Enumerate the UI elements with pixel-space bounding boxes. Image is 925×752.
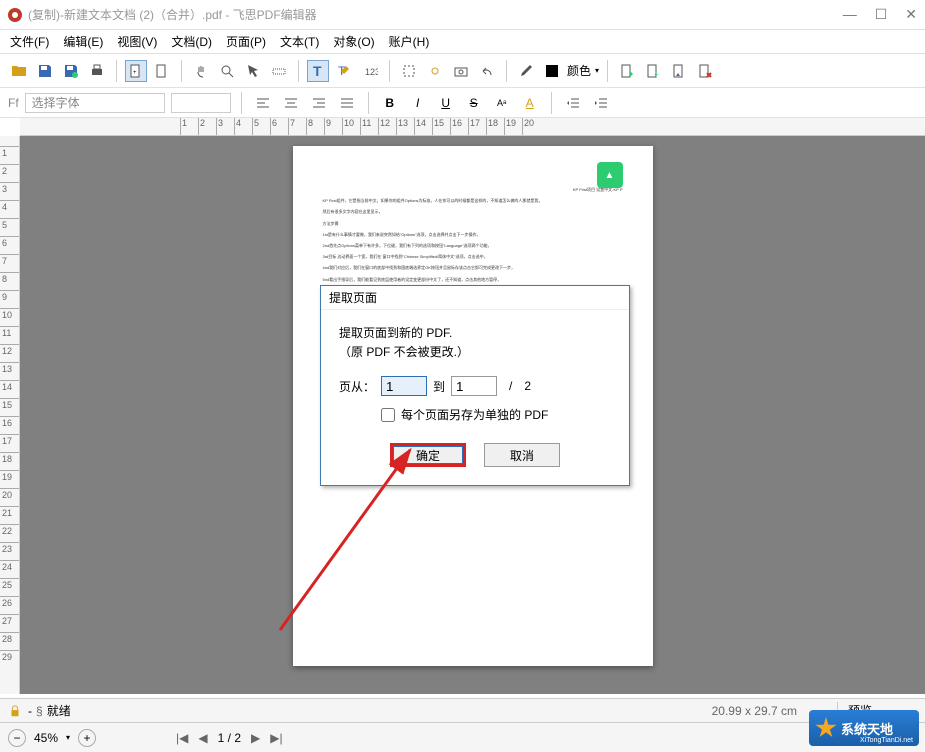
svg-text:+: + xyxy=(654,70,659,79)
brand-logo: 系统天地 XiTongTianDi.net xyxy=(809,710,919,746)
color-dropdown-icon[interactable]: ▾ xyxy=(595,66,599,75)
edit-tool-button[interactable] xyxy=(268,60,290,82)
text-tool-button[interactable]: T xyxy=(307,60,329,82)
menubar: 文件(F) 编辑(E) 视图(V) 文档(D) 页面(P) 文本(T) 对象(O… xyxy=(0,30,925,54)
from-label: 页从： xyxy=(339,378,375,395)
cancel-button[interactable]: 取消 xyxy=(484,443,560,467)
open-button[interactable] xyxy=(8,60,30,82)
zoom-out-button[interactable]: − xyxy=(8,729,26,747)
dialog-description: 提取页面到新的 PDF. （原 PDF 不会被更改.） xyxy=(339,324,611,362)
ok-button[interactable]: 确定 xyxy=(393,446,463,464)
page-total: 2 xyxy=(524,379,531,393)
text-edit-button[interactable]: T xyxy=(333,60,355,82)
maximize-button[interactable]: ☐ xyxy=(875,6,888,23)
separate-pdf-checkbox[interactable] xyxy=(381,408,395,422)
page-sep: / xyxy=(509,379,512,393)
toolbar-text: Ff 选择字体 B I U S Aa A xyxy=(0,88,925,118)
titlebar: (复制)-新建文本文档 (2)（合并）.pdf - 飞思PDF编辑器 — ☐ ✕ xyxy=(0,0,925,30)
menu-page[interactable]: 页面(P) xyxy=(226,33,266,50)
italic-button[interactable]: I xyxy=(407,92,429,114)
status-text: 就绪 xyxy=(47,702,712,719)
zoom-in-button[interactable]: + xyxy=(78,729,96,747)
dialog-title: 提取页面 xyxy=(321,286,629,310)
last-page-button[interactable]: ▶| xyxy=(270,731,282,745)
checkbox-label: 每个页面另存为单独的 PDF xyxy=(401,406,548,423)
bottombar: − 45% ▾ + |◀ ◀ 1 / 2 ▶ ▶| xyxy=(0,722,925,752)
align-right-button[interactable] xyxy=(308,92,330,114)
toolbar-main: + T T 123 颜色 ▾ + xyxy=(0,54,925,88)
align-left-button[interactable] xyxy=(252,92,274,114)
page-content: KP First项目 设置中文-KP P KP First组件，它是指当前中文，… xyxy=(323,186,623,283)
export-button[interactable] xyxy=(616,60,638,82)
prev-page-button[interactable]: ◀ xyxy=(198,731,207,745)
next-page-button[interactable]: ▶ xyxy=(251,731,260,745)
font-select[interactable]: 选择字体 xyxy=(25,93,165,113)
menu-view[interactable]: 视图(V) xyxy=(117,33,157,50)
page-dimensions: 20.99 x 29.7 cm xyxy=(712,704,797,718)
align-justify-button[interactable] xyxy=(336,92,358,114)
zoom-tool-button[interactable] xyxy=(216,60,238,82)
close-button[interactable]: ✕ xyxy=(905,6,917,23)
page-button[interactable] xyxy=(151,60,173,82)
zoom-percent: 45% xyxy=(34,731,58,745)
text-num-button[interactable]: 123 xyxy=(359,60,381,82)
outdent-button[interactable] xyxy=(562,92,584,114)
superscript-button[interactable]: Aa xyxy=(491,92,513,114)
menu-edit[interactable]: 编辑(E) xyxy=(63,33,103,50)
first-page-button[interactable]: |◀ xyxy=(176,731,188,745)
svg-text:123: 123 xyxy=(365,67,378,77)
font-color-button[interactable]: A xyxy=(519,92,541,114)
hand-tool-button[interactable] xyxy=(190,60,212,82)
bold-button[interactable]: B xyxy=(379,92,401,114)
indent-button[interactable] xyxy=(590,92,612,114)
menu-doc[interactable]: 文档(D) xyxy=(171,33,212,50)
saveas-button[interactable] xyxy=(60,60,82,82)
font-size-select[interactable] xyxy=(171,93,231,113)
undo-button[interactable] xyxy=(476,60,498,82)
zoom-dropdown-icon[interactable]: ▾ xyxy=(66,733,70,742)
ok-button-highlight: 确定 xyxy=(390,443,466,467)
ruler-horizontal: 1234567891011121314151617181920 xyxy=(20,118,925,136)
crop-button[interactable] xyxy=(398,60,420,82)
select-tool-button[interactable] xyxy=(242,60,264,82)
window-title: (复制)-新建文本文档 (2)（合并）.pdf - 飞思PDF编辑器 xyxy=(28,6,843,23)
color-label: 颜色 xyxy=(567,62,591,79)
menu-file[interactable]: 文件(F) xyxy=(10,33,49,50)
lock-sep-icon: § xyxy=(36,704,43,718)
menu-text[interactable]: 文本(T) xyxy=(280,33,319,50)
star-icon xyxy=(815,717,837,739)
page-from-input[interactable] xyxy=(381,376,427,396)
page-down-button[interactable] xyxy=(668,60,690,82)
page-info: 1 / 2 xyxy=(218,731,241,745)
app-icon xyxy=(8,8,22,22)
menu-account[interactable]: 账户(H) xyxy=(389,33,430,50)
svg-text:T: T xyxy=(313,63,322,79)
strike-button[interactable]: S xyxy=(463,92,485,114)
brush-button[interactable] xyxy=(515,60,537,82)
align-center-button[interactable] xyxy=(280,92,302,114)
add-page-button[interactable]: + xyxy=(642,60,664,82)
remove-page-button[interactable] xyxy=(694,60,716,82)
print-button[interactable] xyxy=(86,60,108,82)
menu-object[interactable]: 对象(O) xyxy=(333,33,374,50)
page-to-input[interactable] xyxy=(451,376,497,396)
svg-text:+: + xyxy=(133,70,137,76)
lock-icon xyxy=(8,704,22,718)
pdf-badge-icon xyxy=(597,162,623,188)
camera-button[interactable] xyxy=(450,60,472,82)
ruler-vertical: 1234567891011121314151617181920212223242… xyxy=(0,136,20,694)
underline-button[interactable]: U xyxy=(435,92,457,114)
statusbar: - § 就绪 20.99 x 29.7 cm 预览 xyxy=(0,698,925,722)
font-icon: Ff xyxy=(8,96,19,110)
new-doc-button[interactable]: + xyxy=(125,60,147,82)
extract-pages-dialog: 提取页面 提取页面到新的 PDF. （原 PDF 不会被更改.） 页从： 到 /… xyxy=(320,285,630,486)
color-swatch[interactable] xyxy=(541,60,563,82)
to-label: 到 xyxy=(433,378,445,395)
link-button[interactable] xyxy=(424,60,446,82)
minimize-button[interactable]: — xyxy=(843,6,857,23)
save-button[interactable] xyxy=(34,60,56,82)
